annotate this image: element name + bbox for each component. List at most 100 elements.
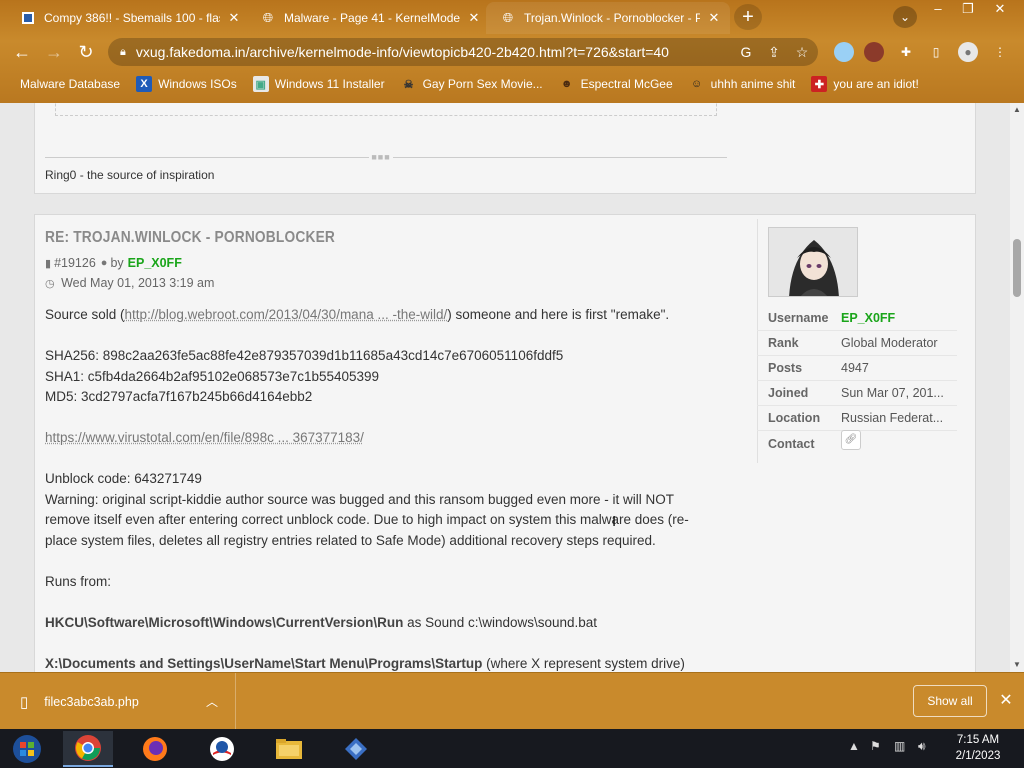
show-all-button[interactable]: Show all [913, 685, 987, 717]
browser-toolbar: ← → ↻ 🔒︎ vxug.fakedoma.in/archive/kernel… [0, 34, 1024, 70]
profile-value: 4947 [841, 361, 869, 375]
warning-line-2: remove itself even after entering correc… [45, 512, 689, 527]
profile-value: Russian Federat... [841, 411, 944, 425]
new-tab-button[interactable]: + [734, 4, 762, 30]
profile-username[interactable]: EP_X0FF [841, 311, 895, 325]
extensions-puzzle-icon[interactable]: ✚ [896, 42, 916, 62]
obama-logo-icon[interactable] [197, 731, 247, 767]
tab-malware[interactable]: 🌐︎ Malware - Page 41 - KernelMode.i ✕ [246, 2, 490, 34]
profile-value: Global Moderator [841, 336, 938, 350]
post-title[interactable]: Re: Trojan.Winlock - Pornoblocker [45, 229, 335, 247]
minimize-icon[interactable]: – [922, 0, 954, 18]
bookmark-you-are-an-idiot[interactable]: ✚ you are an idiot! [811, 76, 919, 92]
bookmark-espectral-mcgee[interactable]: ☻ Espectral McGee [559, 76, 673, 92]
tab-compy[interactable]: Compy 386!! - Sbemails 100 - flas ✕ [6, 2, 250, 34]
share-icon[interactable]: ⇪ [762, 44, 786, 61]
bookmark-windows-11-installer[interactable]: ▣ Windows 11 Installer [252, 76, 385, 92]
volume-icon[interactable]: 🔊︎ [918, 739, 926, 754]
startup-line: X:\Documents and Settings\UserName\Start… [45, 654, 745, 673]
extension-avatar-icon[interactable] [864, 42, 884, 62]
profile-row-joined: Joined Sun Mar 07, 201... [757, 381, 957, 406]
text: (where X represent system drive) [482, 655, 685, 671]
post-content: Source sold (http://blog.webroot.com/201… [45, 305, 745, 672]
profile-row-username: Username EP_X0FF [757, 306, 957, 331]
address-bar[interactable]: 🔒︎ vxug.fakedoma.in/archive/kernelmode-i… [108, 38, 818, 66]
warning-line-3: place system files, deletes all registry… [45, 532, 656, 548]
bookmark-label: uhhh anime shit [710, 77, 796, 91]
side-panel-icon[interactable]: ▯ [926, 42, 946, 62]
image-icon: ▣ [252, 76, 269, 92]
tab-trojan-winlock[interactable]: 🌐︎ Trojan.Winlock - Pornoblocker - P ✕ [486, 2, 730, 34]
registry-key: HKCU\Software\Microsoft\Windows\CurrentV… [45, 614, 404, 630]
profile-row-location: Location Russian Federat... [757, 406, 957, 431]
close-download-bar-icon[interactable]: ✕ [996, 689, 1016, 713]
chrome-icon[interactable] [63, 731, 113, 767]
scroll-down-icon[interactable]: ▼ [1010, 658, 1024, 672]
tab-close-icon[interactable]: ✕ [466, 10, 482, 26]
tab-close-icon[interactable]: ✕ [706, 10, 722, 26]
extension-flag-icon[interactable] [834, 42, 854, 62]
tab-close-icon[interactable]: ✕ [226, 10, 242, 26]
code-box-edge [55, 103, 717, 116]
text: Source sold ( [45, 307, 125, 322]
profile-icon[interactable]: ● [958, 42, 978, 62]
menu-kebab-icon[interactable]: ⋮ [990, 42, 1010, 62]
bookmark-anime[interactable]: ☺ uhhh anime shit [689, 76, 796, 92]
webroot-link[interactable]: http://blog.webroot.com/2013/04/30/mana … [125, 307, 448, 322]
back-arrow-icon[interactable]: ← [10, 40, 34, 64]
runs-from-line: Runs from: [45, 573, 112, 589]
start-orb-icon[interactable] [2, 731, 52, 767]
url-text[interactable]: vxug.fakedoma.in/archive/kernelmode-info… [136, 44, 734, 60]
action-center-flag-icon[interactable]: ⚑ [870, 739, 881, 753]
vt-line: https://www.virustotal.com/en/file/898c … [45, 428, 745, 449]
source-line: Source sold (http://blog.webroot.com/201… [45, 305, 745, 326]
tab-title: Malware - Page 41 - KernelMode.i [284, 11, 460, 25]
network-icon[interactable]: ▥ [894, 739, 905, 753]
previous-post: ■■■ Ring0 - the source of inspiration [34, 103, 976, 194]
tab-strip: Compy 386!! - Sbemails 100 - flas ✕ 🌐︎ M… [0, 0, 1024, 34]
scrollbar-thumb[interactable] [1013, 239, 1021, 297]
contact-link-icon[interactable]: 🔗︎ [841, 430, 861, 450]
bookmark-star-icon[interactable]: ☆ [790, 44, 814, 61]
forward-arrow-icon[interactable]: → [42, 40, 66, 64]
warning-line-1: Warning: original script-kiddie author s… [45, 491, 675, 507]
chevron-up-icon[interactable]: ︿ [206, 693, 218, 710]
restore-icon[interactable]: ❐ [952, 0, 984, 18]
signature-text: Ring0 - the source of inspiration [45, 168, 215, 182]
google-lens-icon[interactable]: G [734, 44, 758, 60]
profile-row-posts: Posts 4947 [757, 356, 957, 381]
virustotal-link[interactable]: https://www.virustotal.com/en/file/898c … [45, 430, 364, 445]
tab-search-chevron-icon[interactable]: ⌄ [893, 6, 917, 28]
reload-icon[interactable]: ↻ [74, 40, 98, 64]
firefox-icon[interactable] [130, 731, 180, 767]
skull-icon: ☠ [403, 78, 414, 91]
globe-icon: 🌐︎ [502, 10, 514, 25]
text-cursor-icon: I [612, 513, 617, 530]
bookmark-malware-database[interactable]: Malware Database [20, 77, 120, 91]
bookmark-gay-porn-sex-movie[interactable]: ☠ Gay Porn Sex Movie... [401, 76, 543, 92]
show-hidden-icons-icon[interactable]: ▲ [848, 739, 860, 753]
avatar[interactable] [768, 227, 858, 297]
uk-flag-icon: ✚ [811, 76, 828, 92]
page-scrollbar[interactable]: ▲ ▼ [1010, 103, 1024, 672]
bookmark-label: Gay Porn Sex Movie... [422, 77, 543, 91]
system-clock[interactable]: 7:15 AM 2/1/2023 [946, 732, 1010, 764]
globe-icon: 🌐︎ [262, 10, 274, 25]
post: Re: Trojan.Winlock - Pornoblocker ▮ #191… [34, 214, 976, 672]
scroll-up-icon[interactable]: ▲ [1010, 103, 1024, 117]
download-item[interactable]: ▯ filec3abc3ab.php ︿ [0, 673, 236, 730]
file-icon: ▯ [20, 693, 29, 711]
text: as Sound c:\windows\sound.bat [403, 614, 598, 630]
bookmark-label: Malware Database [20, 77, 121, 91]
unblock-line: Unblock code: 643271749 [45, 471, 202, 486]
profile-key: Username [768, 311, 829, 325]
post-id[interactable]: #19126 [54, 256, 96, 270]
network-app-icon[interactable] [331, 731, 381, 767]
close-window-icon[interactable]: ✕ [984, 0, 1016, 18]
profile-value: Sun Mar 07, 201... [841, 386, 944, 400]
md5-line: MD5: 3cd2797acfa7f167b245b66d4164ebb2 [45, 389, 313, 404]
bookmark-windows-isos[interactable]: X Windows ISOs [136, 76, 237, 92]
file-explorer-icon[interactable] [264, 731, 314, 767]
author-link[interactable]: EP_X0FF [128, 256, 182, 270]
profile-key: Contact [768, 436, 815, 451]
